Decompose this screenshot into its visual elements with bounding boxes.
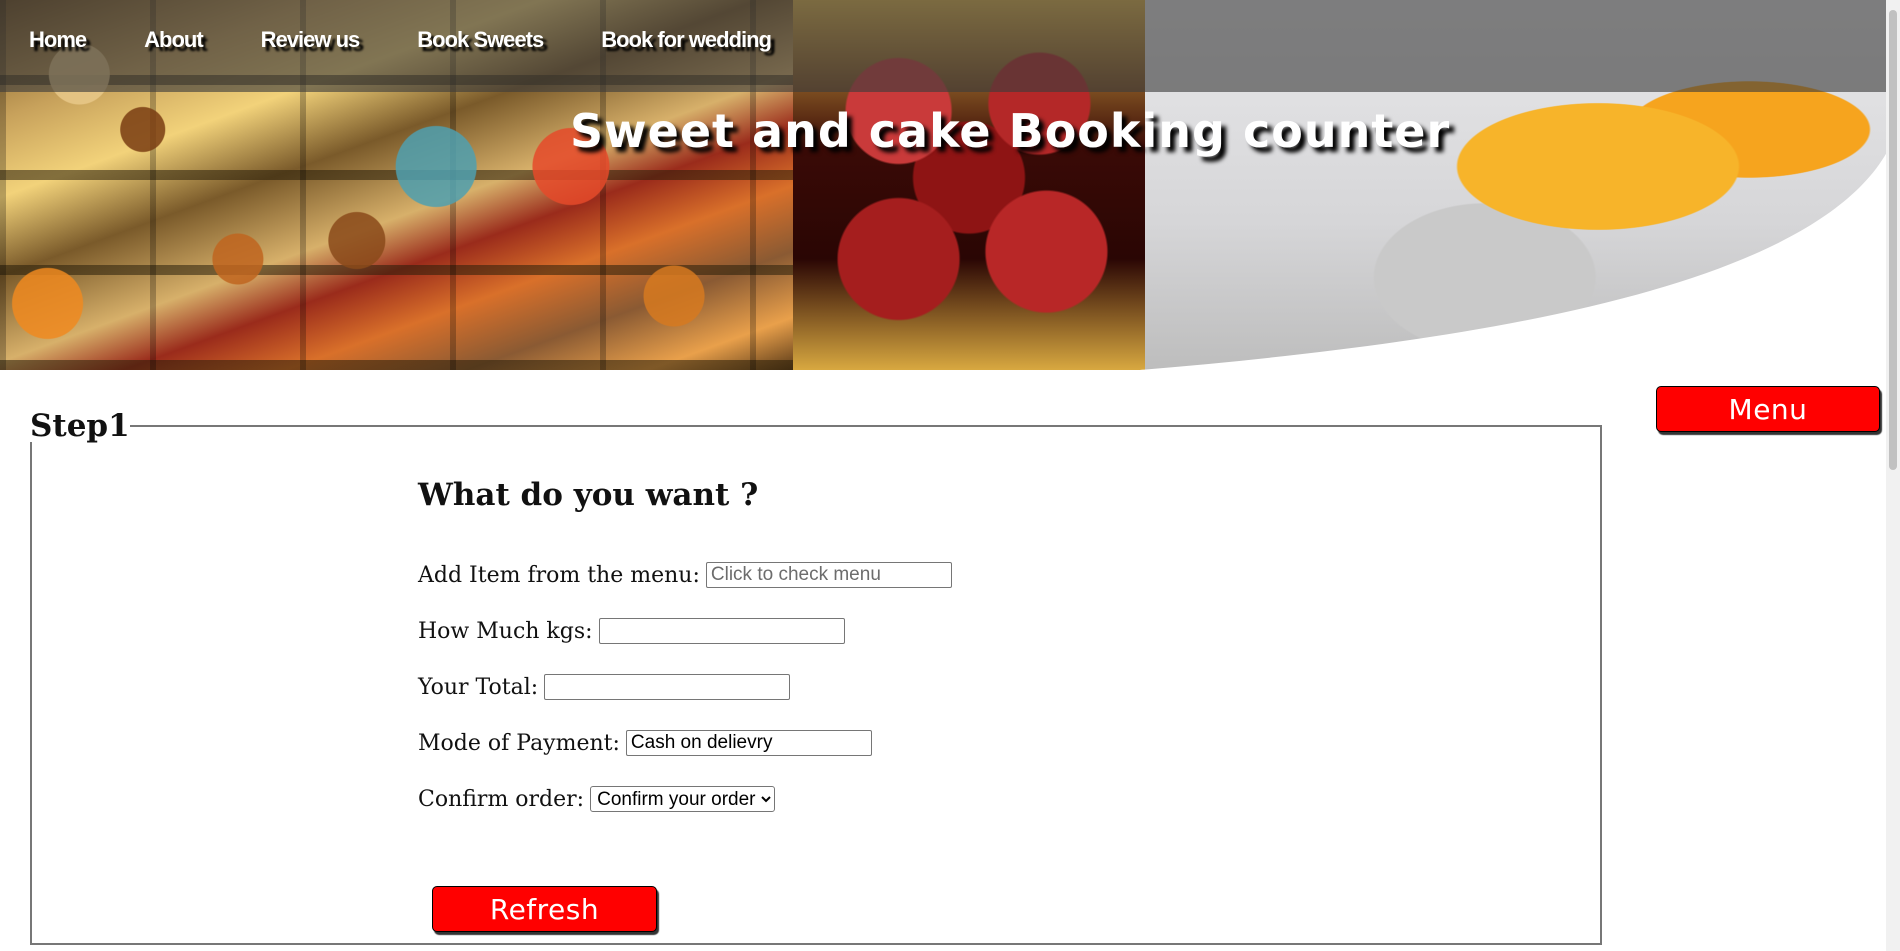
step1-fieldset: Step1 What do you want ? Add Item from t… (30, 410, 1602, 945)
item-label: Add Item from the menu: (418, 562, 700, 588)
nav-about[interactable]: About (144, 22, 204, 58)
menu-item-input[interactable] (705, 562, 952, 588)
refresh-button[interactable]: Refresh (432, 886, 657, 932)
payment-input[interactable] (625, 730, 872, 756)
menu-button[interactable]: Menu (1656, 386, 1880, 432)
page-scrollbar[interactable] (1886, 0, 1900, 951)
confirm-label: Confirm order: (418, 786, 585, 812)
step-legend: Step1 (30, 408, 130, 444)
confirm-order-select[interactable]: Confirm your order (590, 786, 776, 812)
navbar: Home About Review us Book Sweets Book fo… (0, 0, 1900, 92)
item-row: Add Item from the menu: (418, 562, 952, 588)
kgs-label: How Much kgs: (418, 618, 593, 644)
header-banner: Home About Review us Book Sweets Book fo… (0, 0, 1900, 370)
total-row: Your Total: (418, 674, 791, 700)
form-heading: What do you want ? (418, 477, 759, 513)
nav-book-sweets[interactable]: Book Sweets (417, 22, 544, 58)
payment-row: Mode of Payment: (418, 730, 872, 756)
total-input[interactable] (544, 674, 791, 700)
payment-label: Mode of Payment: (418, 730, 620, 756)
nav-home[interactable]: Home (29, 22, 87, 58)
confirm-row: Confirm order: Confirm your order (418, 786, 776, 812)
order-form: What do you want ? (418, 475, 758, 515)
nav-review-us[interactable]: Review us (261, 22, 361, 58)
main-nav: Home About Review us Book Sweets Book fo… (0, 22, 800, 58)
site-title: Sweet and cake Booking counter (570, 104, 1451, 158)
nav-book-for-wedding[interactable]: Book for wedding (601, 22, 772, 58)
kgs-row: How Much kgs: (418, 618, 845, 644)
kgs-input[interactable] (598, 618, 845, 644)
scrollbar-thumb[interactable] (1889, 10, 1897, 470)
total-label: Your Total: (418, 674, 539, 700)
